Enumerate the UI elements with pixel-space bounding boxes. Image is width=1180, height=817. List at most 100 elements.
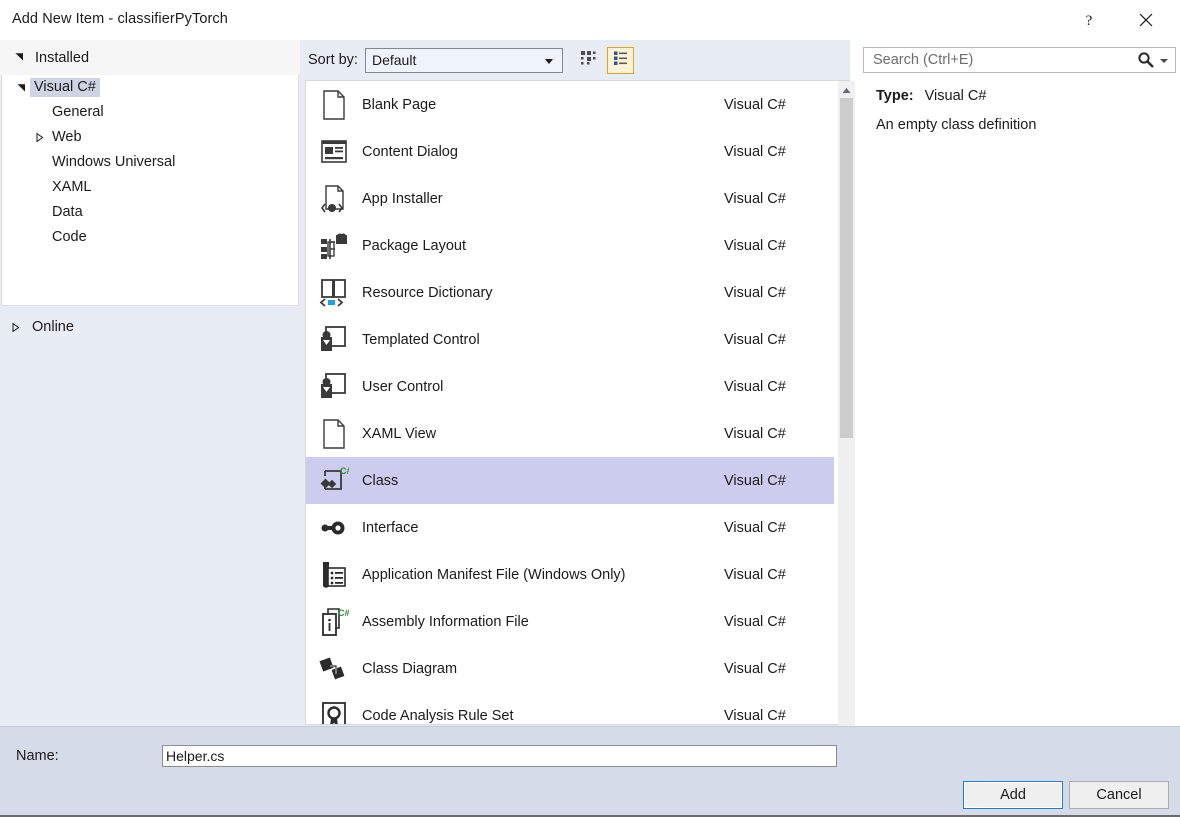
template-row-code-analysis-rule-set[interactable]: Code Analysis Rule Set Visual C# (306, 692, 834, 725)
template-row-user-control[interactable]: User Control Visual C# (306, 363, 834, 410)
template-name: Code Analysis Rule Set (362, 708, 724, 724)
chevron-down-icon (12, 82, 30, 93)
chevron-down-icon[interactable] (1160, 59, 1168, 63)
templated-control-icon (306, 324, 362, 356)
template-row-class[interactable]: C# Class Visual C# (306, 457, 834, 504)
template-row-templated-control[interactable]: Templated Control Visual C# (306, 316, 834, 363)
app-installer-icon (306, 183, 362, 215)
template-row-class-diagram[interactable]: Class Diagram Visual C# (306, 645, 834, 692)
template-language: Visual C# (724, 520, 834, 536)
type-value: Visual C# (925, 88, 987, 104)
tree-item-web[interactable]: Web (2, 125, 298, 150)
tree-item-label: General (48, 103, 108, 122)
help-button[interactable]: ? (1066, 0, 1112, 40)
name-label: Name: (16, 748, 59, 764)
template-list-scrollbar[interactable] (838, 81, 855, 739)
search-box[interactable] (863, 47, 1176, 73)
tree-item-code[interactable]: Code (2, 225, 298, 250)
template-row-package-layout[interactable]: Package Layout Visual C# (306, 222, 834, 269)
tree-item-label: XAML (48, 178, 96, 197)
chevron-down-icon (14, 49, 25, 67)
type-label: Type: (876, 88, 914, 104)
template-language: Visual C# (724, 97, 834, 113)
list-view-icon (612, 49, 629, 71)
template-row-interface[interactable]: Interface Visual C# (306, 504, 834, 551)
sort-by-value: Default (372, 52, 416, 68)
categories-pane: Installed Visual C# General Web Windows … (0, 40, 300, 726)
cancel-button[interactable]: Cancel (1069, 781, 1169, 809)
list-view-button[interactable] (607, 47, 634, 74)
tree-item-xaml[interactable]: XAML (2, 175, 298, 200)
tree-item-general[interactable]: General (2, 100, 298, 125)
code-analysis-rule-set-icon (306, 700, 362, 726)
template-name: Application Manifest File (Windows Only) (362, 567, 724, 583)
xaml-view-icon (306, 418, 362, 450)
blank-page-icon (306, 89, 362, 121)
template-language: Visual C# (724, 379, 834, 395)
template-list-items: Blank Page Visual C# Content Dialog (306, 81, 834, 725)
tree-item-windows-universal[interactable]: Windows Universal (2, 150, 298, 175)
template-language: Visual C# (724, 285, 834, 301)
template-language: Visual C# (724, 567, 834, 583)
template-description: An empty class definition (876, 117, 1176, 133)
tree-item-label: Visual C# (30, 78, 100, 97)
template-language: Visual C# (724, 661, 834, 677)
resource-dictionary-icon (306, 277, 362, 309)
type-row: Type: Visual C# (876, 88, 1176, 104)
add-button[interactable]: Add (963, 781, 1063, 809)
template-row-xaml-view[interactable]: XAML View Visual C# (306, 410, 834, 457)
name-input[interactable] (162, 745, 837, 767)
title-bar: Add New Item - classifierPyTorch ? (0, 0, 1180, 40)
tree-item-label: Windows Universal (48, 153, 179, 172)
package-layout-icon (306, 230, 362, 262)
template-name: Content Dialog (362, 144, 724, 160)
chevron-down-icon (545, 59, 553, 64)
tree-item-label: Web (48, 128, 86, 147)
tree-item-visual-csharp[interactable]: Visual C# (2, 75, 298, 100)
template-row-app-installer[interactable]: App Installer Visual C# (306, 175, 834, 222)
template-name: Templated Control (362, 332, 724, 348)
triangle-up-icon (842, 81, 851, 99)
template-name: XAML View (362, 426, 724, 442)
installed-label: Installed (35, 50, 89, 66)
template-name: User Control (362, 379, 724, 395)
class-diagram-icon (306, 653, 362, 685)
class-csharp-icon: C# (306, 465, 362, 497)
installed-group-header[interactable]: Installed (0, 40, 300, 75)
svg-text:C#: C# (338, 608, 349, 618)
details-pane: Type: Visual C# An empty class definitio… (860, 40, 1180, 726)
template-name: Blank Page (362, 97, 724, 113)
template-name: Resource Dictionary (362, 285, 724, 301)
template-name: Class Diagram (362, 661, 724, 677)
template-row-application-manifest-file[interactable]: Application Manifest File (Windows Only)… (306, 551, 834, 598)
template-row-assembly-information-file[interactable]: C# Assembly Information File Visual C# (306, 598, 834, 645)
tree-item-label: Data (48, 203, 87, 222)
close-button[interactable] (1123, 0, 1169, 40)
template-row-blank-page[interactable]: Blank Page Visual C# (306, 81, 834, 128)
close-icon (1138, 12, 1154, 28)
template-name: App Installer (362, 191, 724, 207)
svg-text:?: ? (1086, 13, 1093, 29)
user-control-icon (306, 371, 362, 403)
template-row-resource-dictionary[interactable]: Resource Dictionary Visual C# (306, 269, 834, 316)
tree-item-data[interactable]: Data (2, 200, 298, 225)
medium-icons-view-button[interactable] (575, 47, 602, 74)
magnifier-icon[interactable] (1137, 51, 1155, 74)
sort-toolbar: Sort by: Default (300, 40, 850, 80)
template-language: Visual C# (724, 614, 834, 630)
scroll-up-button[interactable] (838, 81, 855, 98)
medium-icons-view-icon (580, 49, 597, 71)
template-language: Visual C# (724, 426, 834, 442)
category-tree: Visual C# General Web Windows Universal … (1, 75, 299, 306)
scrollbar-thumb[interactable] (840, 98, 853, 438)
sort-by-label: Sort by: (308, 52, 358, 68)
template-language: Visual C# (724, 191, 834, 207)
templates-pane: Sort by: Default (300, 40, 850, 726)
online-group-header[interactable]: Online (0, 314, 300, 340)
search-input[interactable] (871, 49, 1126, 71)
sort-by-dropdown[interactable]: Default (365, 48, 563, 73)
template-row-content-dialog[interactable]: Content Dialog Visual C# (306, 128, 834, 175)
chevron-right-icon (30, 132, 48, 143)
template-list[interactable]: Blank Page Visual C# Content Dialog (305, 80, 850, 725)
interface-icon (306, 512, 362, 544)
